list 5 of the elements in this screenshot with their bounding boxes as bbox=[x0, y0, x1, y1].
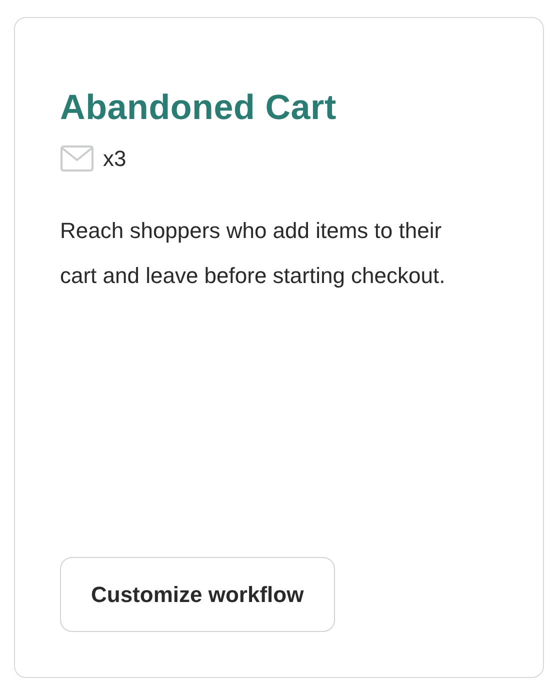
envelope-icon bbox=[60, 145, 94, 172]
card-description: Reach shoppers who add items to their cart and leave before starting checkout. bbox=[60, 217, 446, 290]
card-title: Abandoned Cart bbox=[60, 88, 338, 128]
customize-workflow-button[interactable]: Customize workflow bbox=[60, 557, 335, 632]
email-count: x3 bbox=[103, 146, 126, 172]
